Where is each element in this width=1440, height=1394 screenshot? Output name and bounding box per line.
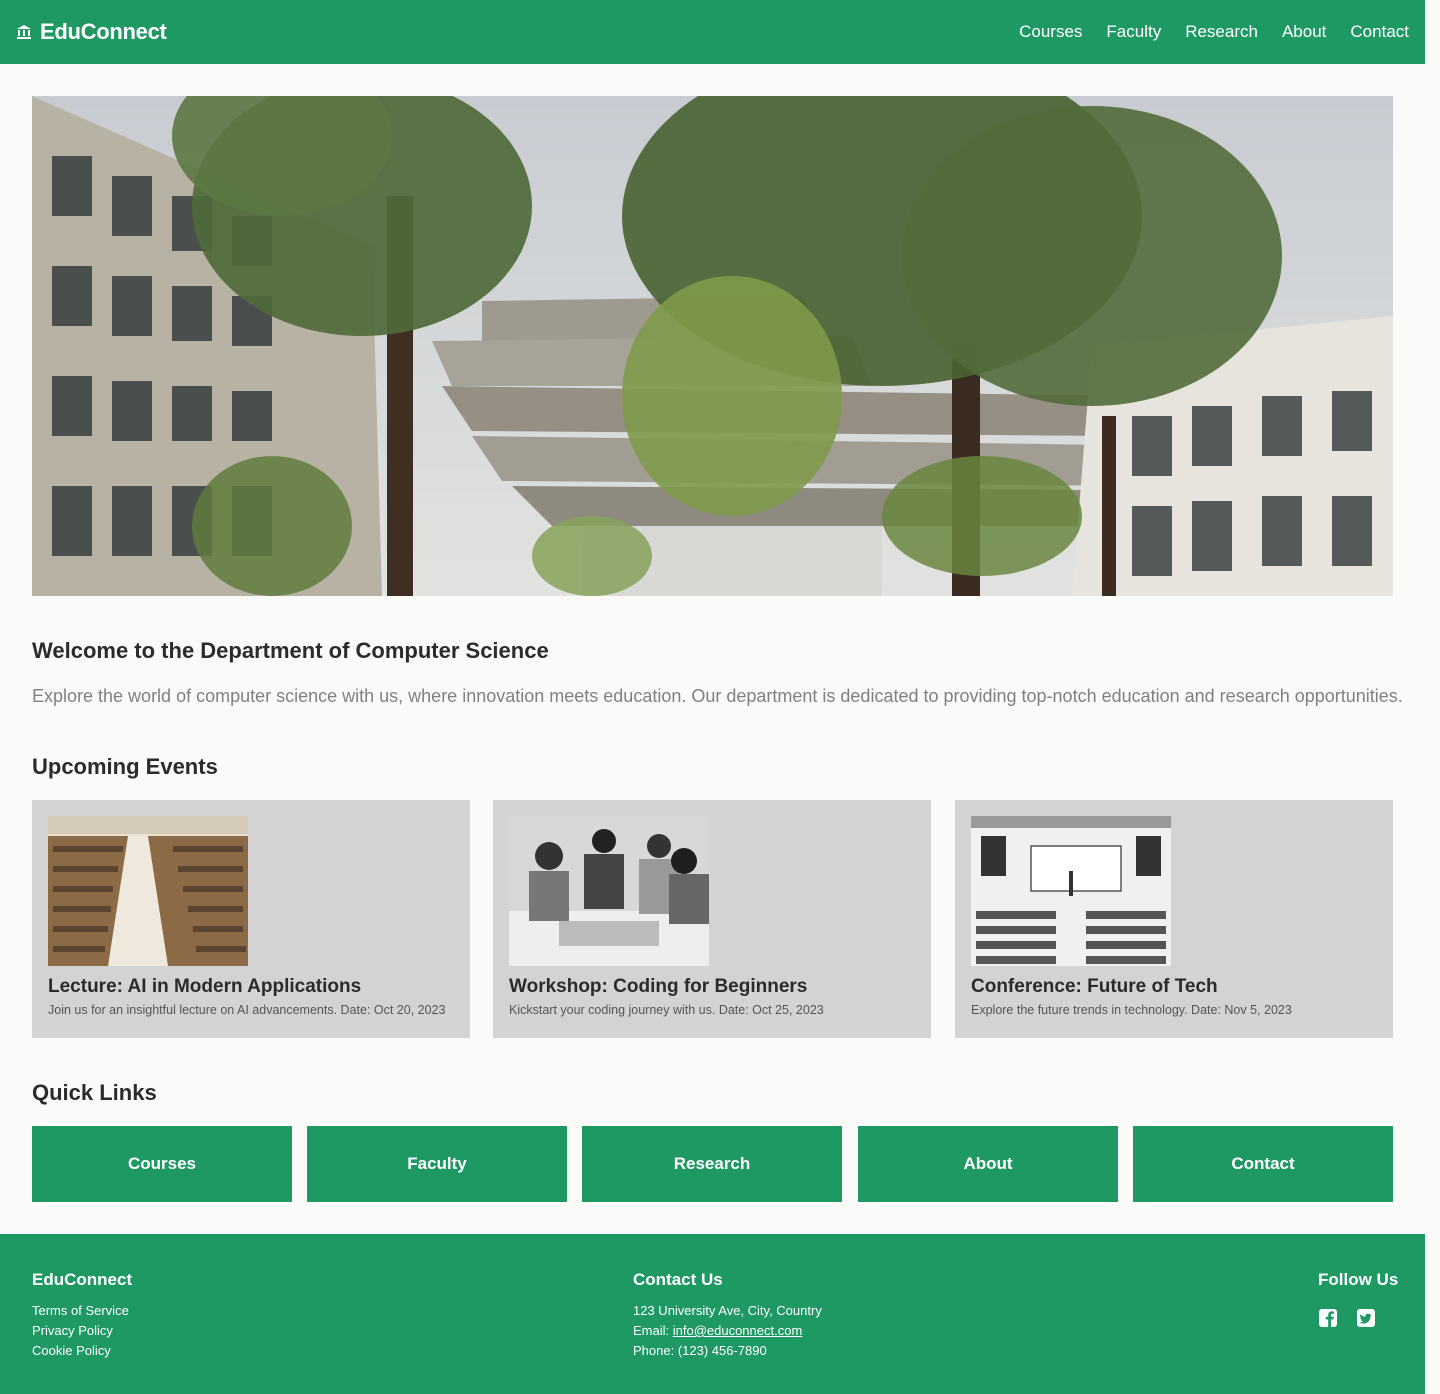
welcome-text: Explore the world of computer science wi… — [32, 686, 1403, 706]
quick-link-courses[interactable]: Courses — [32, 1126, 292, 1202]
address: 123 University Ave, City, Country — [633, 1303, 822, 1318]
workshop-image — [509, 816, 709, 966]
twitter-icon[interactable] — [1356, 1308, 1376, 1328]
cookie-link[interactable]: Cookie Policy — [32, 1342, 129, 1359]
phone: Phone: (123) 456-7890 — [633, 1343, 767, 1358]
email-line: Email: info@educonnect.com — [633, 1322, 822, 1339]
quick-links: Courses Faculty Research About Contact — [32, 1126, 1393, 1202]
email-link[interactable]: info@educonnect.com — [673, 1323, 803, 1338]
privacy-link[interactable]: Privacy Policy — [32, 1322, 129, 1339]
site-footer: EduConnect Terms of Service Privacy Poli… — [0, 1234, 1425, 1394]
terms-link[interactable]: Terms of Service — [32, 1302, 129, 1319]
welcome-title: Welcome to the Department of Computer Sc… — [32, 638, 549, 663]
event-title: Workshop: Coding for Beginners — [509, 976, 808, 997]
lecture-image — [48, 816, 248, 966]
event-card[interactable]: Workshop: Coding for Beginners Kickstart… — [493, 800, 931, 1038]
social-links — [1318, 1308, 1376, 1328]
university-icon — [17, 25, 31, 39]
nav-faculty[interactable]: Faculty — [1106, 22, 1161, 42]
quick-link-contact[interactable]: Contact — [1133, 1126, 1393, 1202]
event-desc: Join us for an insightful lecture on AI … — [48, 1003, 446, 1017]
campus-photo — [32, 96, 1393, 596]
nav-contact[interactable]: Contact — [1350, 22, 1409, 42]
quick-link-about[interactable]: About — [858, 1126, 1118, 1202]
brand[interactable]: EduConnect — [16, 19, 167, 45]
event-desc: Kickstart your coding journey with us. D… — [509, 1003, 824, 1017]
contact-info: 123 University Ave, City, Country Email:… — [633, 1302, 822, 1359]
nav-research[interactable]: Research — [1185, 22, 1258, 42]
site-header: EduConnect Courses Faculty Research Abou… — [0, 0, 1425, 64]
main-nav: Courses Faculty Research About Contact — [1019, 22, 1409, 42]
quick-link-faculty[interactable]: Faculty — [307, 1126, 567, 1202]
nav-about[interactable]: About — [1282, 22, 1326, 42]
nav-courses[interactable]: Courses — [1019, 22, 1082, 42]
event-title: Conference: Future of Tech — [971, 976, 1218, 997]
email-label: Email: — [633, 1323, 673, 1338]
event-title: Lecture: AI in Modern Applications — [48, 976, 362, 997]
quick-links-title: Quick Links — [32, 1080, 157, 1105]
footer-links: Terms of Service Privacy Policy Cookie P… — [32, 1302, 129, 1359]
facebook-icon[interactable] — [1318, 1308, 1338, 1328]
event-card[interactable]: Lecture: AI in Modern Applications Join … — [32, 800, 470, 1038]
footer-brand: EduConnect — [32, 1270, 133, 1289]
events-list: Lecture: AI in Modern Applications Join … — [32, 800, 1393, 1038]
event-desc: Explore the future trends in technology.… — [971, 1003, 1292, 1017]
event-card[interactable]: Conference: Future of Tech Explore the f… — [955, 800, 1393, 1038]
follow-title: Follow Us — [1318, 1270, 1399, 1289]
events-title: Upcoming Events — [32, 754, 218, 779]
hero-image — [32, 96, 1393, 596]
conference-image — [971, 816, 1171, 966]
contact-title: Contact Us — [633, 1270, 723, 1289]
brand-name: EduConnect — [40, 19, 167, 44]
quick-link-research[interactable]: Research — [582, 1126, 842, 1202]
